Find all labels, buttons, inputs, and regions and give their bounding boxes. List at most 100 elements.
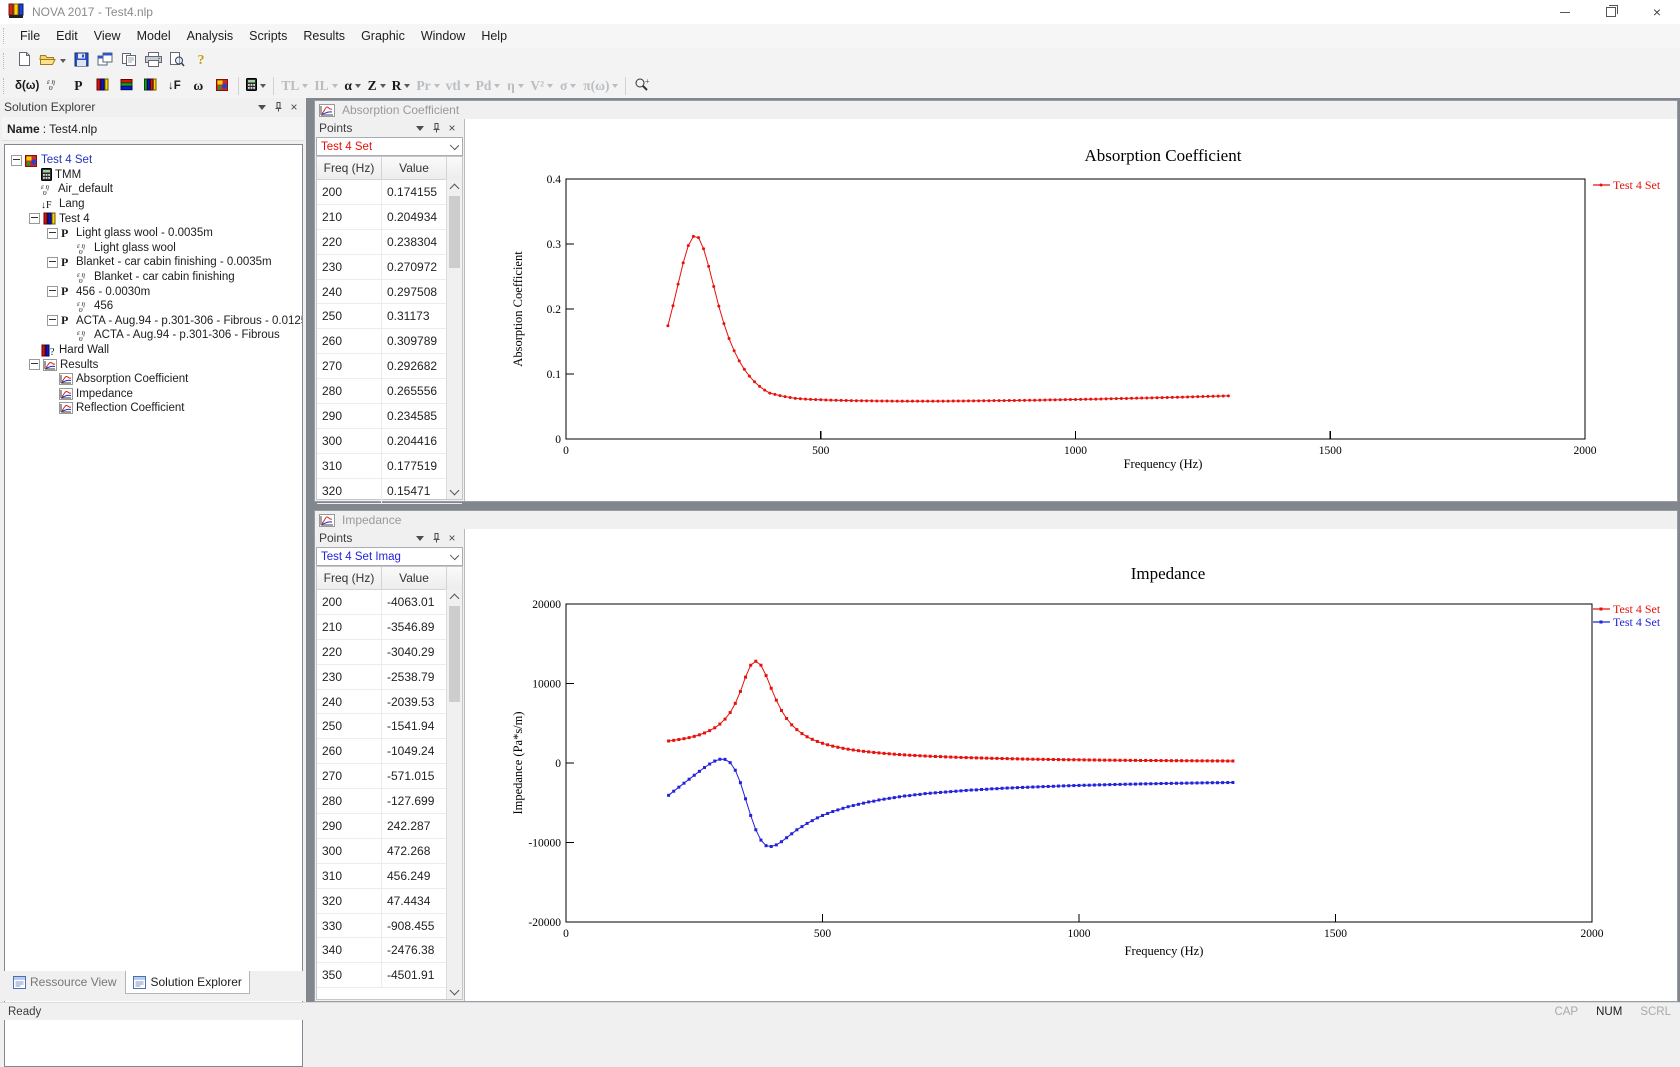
tree-item-acta-aug-94-p-301-306-fibrous[interactable]: ε ηυACTA - Aug.94 - p.301-306 - Fibrous [5, 328, 302, 343]
table-row[interactable]: 290242.287 [317, 814, 462, 839]
table-row[interactable]: 2400.297508 [317, 280, 462, 305]
table-row[interactable]: 340-2476.38 [317, 938, 462, 963]
dataset-selector[interactable]: Test 4 Set [316, 137, 463, 156]
menu-help[interactable]: Help [473, 24, 515, 48]
table-row[interactable]: 270-571.015 [317, 764, 462, 789]
save-button[interactable] [70, 50, 92, 72]
omega-button[interactable]: ω [187, 75, 209, 97]
table-row[interactable]: 3000.204416 [317, 429, 462, 454]
close-panel-icon[interactable]: × [444, 121, 460, 135]
table-scrollbar[interactable] [446, 589, 462, 999]
table-row[interactable]: 200-4063.01 [317, 590, 462, 615]
print-button[interactable] [142, 50, 164, 72]
vtl-button[interactable]: vtl [444, 75, 472, 97]
panel-menu-button[interactable] [412, 121, 428, 135]
table-row[interactable]: 3100.177519 [317, 454, 462, 479]
layers-button[interactable] [115, 75, 137, 97]
table-row[interactable]: 250-1541.94 [317, 714, 462, 739]
force-button[interactable]: ↓F [163, 75, 185, 97]
restore-button[interactable] [1588, 0, 1634, 24]
tree-item-light-glass-wool-0-0035m[interactable]: PLight glass wool - 0.0035m [5, 226, 302, 241]
zoom-tool-button[interactable]: + [631, 75, 653, 97]
expander-minus-icon[interactable] [29, 213, 40, 224]
multi-spectrum-button[interactable] [139, 75, 161, 97]
z-impedance-button[interactable]: Z [366, 75, 388, 97]
close-panel-icon[interactable]: × [444, 531, 460, 545]
menu-results[interactable]: Results [295, 24, 353, 48]
pi-omega-button[interactable]: π(ω) [581, 75, 620, 97]
table-scrollbar[interactable] [446, 179, 462, 499]
tree-item-results[interactable]: Results [5, 357, 302, 372]
new-document-button[interactable] [13, 50, 35, 72]
menu-analysis[interactable]: Analysis [179, 24, 242, 48]
menu-graphic[interactable]: Graphic [353, 24, 413, 48]
tree-item-reflection-coefficient[interactable]: Reflection Coefficient [5, 401, 302, 416]
delta-omega-button[interactable]: δ(ω) [13, 75, 41, 97]
pd-button[interactable]: Pd [474, 75, 503, 97]
tree-item-acta-aug-94-p-301-306-fibrous-0-0125m[interactable]: PACTA - Aug.94 - p.301-306 - Fibrous - 0… [5, 314, 302, 329]
scroll-down-icon[interactable] [447, 984, 462, 999]
tree-item-absorption-coefficient[interactable]: Absorption Coefficient [5, 372, 302, 387]
tree-item-impedance[interactable]: Impedance [5, 387, 302, 402]
table-row[interactable]: 2600.309789 [317, 329, 462, 354]
table-row[interactable]: 2300.270972 [317, 255, 462, 280]
table-row[interactable]: 240-2039.53 [317, 690, 462, 715]
tree-item-456-0-0030m[interactable]: P456 - 0.0030m [5, 284, 302, 299]
menu-view[interactable]: View [86, 24, 129, 48]
table-row[interactable]: 2900.234585 [317, 404, 462, 429]
impedance-doc-titlebar[interactable]: Impedance [315, 511, 1677, 529]
scroll-down-icon[interactable] [447, 484, 462, 499]
table-row[interactable]: 310456.249 [317, 864, 462, 889]
eta-button[interactable]: η [504, 75, 526, 97]
expander-minus-icon[interactable] [47, 315, 58, 326]
alpha-button[interactable]: α [342, 75, 364, 97]
table-row[interactable]: 2100.204934 [317, 205, 462, 230]
expander-minus-icon[interactable] [29, 359, 40, 370]
tree-item-lang[interactable]: ↓FLang [5, 197, 302, 212]
table-row[interactable]: 2500.31173 [317, 304, 462, 329]
menu-scripts[interactable]: Scripts [241, 24, 295, 48]
sigma-button[interactable]: σ [557, 75, 579, 97]
expander-minus-icon[interactable] [47, 228, 58, 239]
il-button[interactable]: IL [312, 75, 339, 97]
absorption-doc-titlebar[interactable]: Absorption Coefficient [315, 101, 1677, 119]
panel-menu-button[interactable] [254, 100, 270, 114]
export-window-button[interactable] [94, 50, 116, 72]
expander-minus-icon[interactable] [11, 155, 22, 166]
tree-item-light-glass-wool[interactable]: ε ηυLight glass wool [5, 241, 302, 256]
table-row[interactable]: 210-3546.89 [317, 615, 462, 640]
close-panel-icon[interactable]: × [286, 100, 302, 114]
pin-icon[interactable] [270, 100, 286, 114]
table-row[interactable]: 2700.292682 [317, 354, 462, 379]
pin-icon[interactable] [428, 531, 444, 545]
nova-cube-button[interactable] [211, 75, 233, 97]
scroll-up-icon[interactable] [447, 589, 462, 604]
table-row[interactable]: 350-4501.91 [317, 963, 462, 988]
menu-window[interactable]: Window [413, 24, 473, 48]
tree-item-test-4[interactable]: Test 4 [5, 211, 302, 226]
table-row[interactable]: 230-2538.79 [317, 665, 462, 690]
scrollbar-thumb[interactable] [449, 606, 460, 702]
pressure-button[interactable]: P [67, 75, 89, 97]
table-row[interactable]: 32047.4434 [317, 889, 462, 914]
pin-icon[interactable] [428, 121, 444, 135]
table-row[interactable]: 220-3040.29 [317, 640, 462, 665]
pr-button[interactable]: Pr [414, 75, 441, 97]
scroll-up-icon[interactable] [447, 179, 462, 194]
tree-item-blanket-car-cabin-finishing[interactable]: ε ηυBlanket - car cabin finishing [5, 270, 302, 285]
table-row[interactable]: 2000.174155 [317, 180, 462, 205]
copy-button[interactable] [118, 50, 140, 72]
dock-tab-solution-explorer[interactable]: Solution Explorer [125, 971, 249, 994]
table-row[interactable]: 2800.265556 [317, 379, 462, 404]
tree-item-test-4-set[interactable]: Test 4 Set [5, 153, 302, 168]
menu-model[interactable]: Model [129, 24, 179, 48]
v-squared-button[interactable]: V² [528, 75, 555, 97]
scrollbar-thumb[interactable] [449, 196, 460, 268]
table-row[interactable]: 2200.238304 [317, 230, 462, 255]
tree-item-hard-wall[interactable]: ?Hard Wall [5, 343, 302, 358]
panel-menu-button[interactable] [412, 531, 428, 545]
tree-item-tmm[interactable]: TMM [5, 168, 302, 183]
material-properties-button[interactable]: ε ηυ [43, 75, 65, 97]
r-reflection-button[interactable]: R [390, 75, 413, 97]
calculator-button[interactable] [244, 75, 268, 97]
